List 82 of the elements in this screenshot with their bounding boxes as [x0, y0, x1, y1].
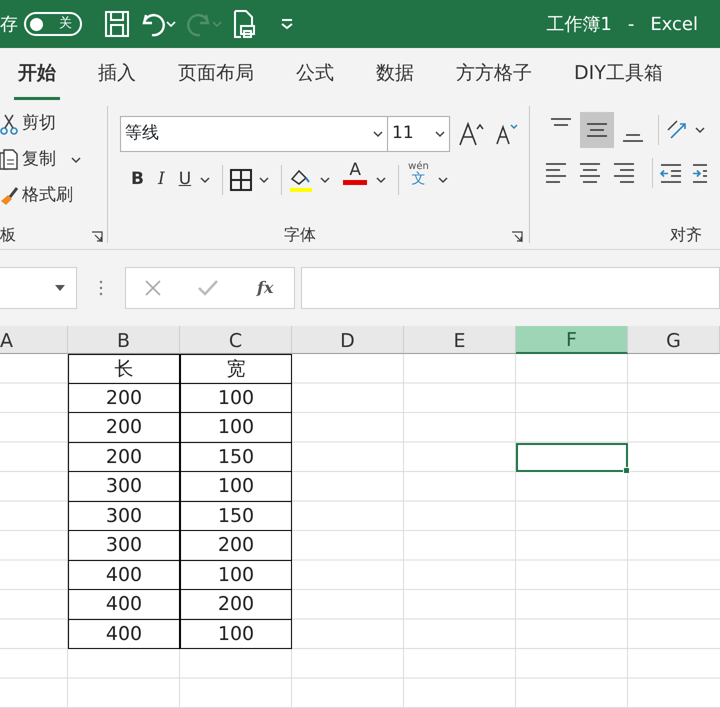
table-cell: 400	[68, 560, 180, 590]
underline-button[interactable]: U	[176, 162, 194, 198]
column-header[interactable]: C	[180, 326, 292, 354]
table-cell: 150	[180, 442, 292, 472]
table-cell: 300	[68, 502, 180, 531]
ribbon-tab[interactable]: DIY工具箱	[570, 58, 667, 100]
column-header[interactable]: A	[0, 326, 68, 354]
table-cell: 宽	[180, 354, 292, 384]
column-header[interactable]: D	[292, 326, 404, 354]
font-name-dropdown[interactable]: 等线	[120, 116, 388, 152]
caret-icon[interactable]	[435, 130, 445, 138]
clipboard-button[interactable]: 复制	[0, 142, 107, 178]
group-label: 字体	[284, 227, 316, 243]
borders-icon[interactable]	[229, 168, 254, 192]
fill-handle[interactable]	[623, 467, 630, 474]
table-cell: 100	[180, 413, 292, 442]
active-cell[interactable]	[516, 442, 628, 472]
caret-icon[interactable]	[200, 176, 210, 184]
italic-button[interactable]: I	[154, 162, 168, 198]
dialog-launcher-icon[interactable]	[511, 231, 523, 243]
font-color-button[interactable]: A	[340, 162, 370, 198]
dialog-launcher-icon[interactable]	[91, 231, 103, 243]
table-cell: 200	[180, 590, 292, 620]
table-cell: 400	[68, 620, 180, 649]
dropdown-arrow-icon[interactable]	[54, 284, 66, 292]
table-cell: 100	[180, 560, 292, 590]
caret-icon[interactable]	[259, 176, 270, 184]
table-cell: 100	[180, 384, 292, 413]
table-cell: 300	[68, 531, 180, 560]
customize-menu-icon[interactable]	[280, 18, 294, 30]
table-cell: 300	[68, 472, 180, 502]
autosave-label: 存	[0, 12, 18, 36]
table-cell: 200	[68, 413, 180, 442]
undo-icon[interactable]	[140, 11, 166, 37]
shrink-font-icon[interactable]	[494, 122, 518, 146]
fill-color-icon[interactable]	[288, 167, 314, 193]
ribbon-tab[interactable]: 公式	[292, 58, 338, 100]
group-label: 对齐	[670, 227, 702, 243]
formula-input[interactable]	[301, 267, 720, 309]
scissors-icon	[0, 113, 19, 135]
print-preview-icon[interactable]	[232, 9, 256, 39]
column-header[interactable]: F	[516, 326, 628, 354]
caret-icon[interactable]	[71, 156, 81, 164]
app-name: Excel	[650, 12, 698, 36]
ribbon-tab[interactable]: 方方格子	[452, 58, 536, 100]
align-top-icon	[550, 118, 572, 126]
caret-icon[interactable]	[373, 130, 383, 138]
insert-function-button[interactable]: fx	[254, 270, 276, 306]
bold-button[interactable]: B	[128, 162, 147, 198]
align-bottom-icon	[622, 134, 644, 142]
table-cell: 200	[68, 384, 180, 413]
table-cell: 400	[68, 590, 180, 620]
column-header[interactable]: G	[628, 326, 720, 354]
table-cell: 150	[180, 502, 292, 531]
caret-icon[interactable]	[320, 176, 330, 184]
align-middle-button[interactable]	[580, 112, 614, 148]
table-cell: 长	[68, 354, 180, 384]
caret-icon[interactable]	[376, 176, 386, 184]
group-label: 板	[0, 227, 16, 243]
save-icon[interactable]	[104, 10, 130, 38]
align-middle-icon	[586, 123, 608, 137]
workbook-title: 工作簿1	[546, 12, 612, 36]
table-cell: 100	[180, 620, 292, 649]
caret-icon[interactable]	[695, 126, 705, 134]
font-size-dropdown[interactable]: 11	[388, 116, 450, 152]
phonetic-guide-button[interactable]: wén 文	[405, 162, 432, 198]
clipboard-button[interactable]: 剪切	[0, 106, 107, 142]
column-header[interactable]: B	[68, 326, 180, 354]
table-cell: 100	[180, 472, 292, 502]
paintbrush-icon	[0, 185, 19, 207]
column-header[interactable]: E	[404, 326, 516, 354]
table-cell: 200	[180, 531, 292, 560]
title-separator: -	[628, 12, 634, 36]
autosave-toggle[interactable]: 关	[24, 12, 82, 36]
caret-icon[interactable]	[438, 176, 448, 184]
ribbon-tab[interactable]: 数据	[372, 58, 418, 100]
drag-handle-icon[interactable]	[99, 280, 103, 296]
ribbon-tab[interactable]: 插入	[94, 58, 140, 100]
ribbon-tab[interactable]: 页面布局	[174, 58, 258, 100]
grow-font-icon[interactable]	[458, 121, 484, 147]
clipboard-button[interactable]: 格式刷	[0, 178, 107, 214]
table-cell: 200	[68, 442, 180, 472]
